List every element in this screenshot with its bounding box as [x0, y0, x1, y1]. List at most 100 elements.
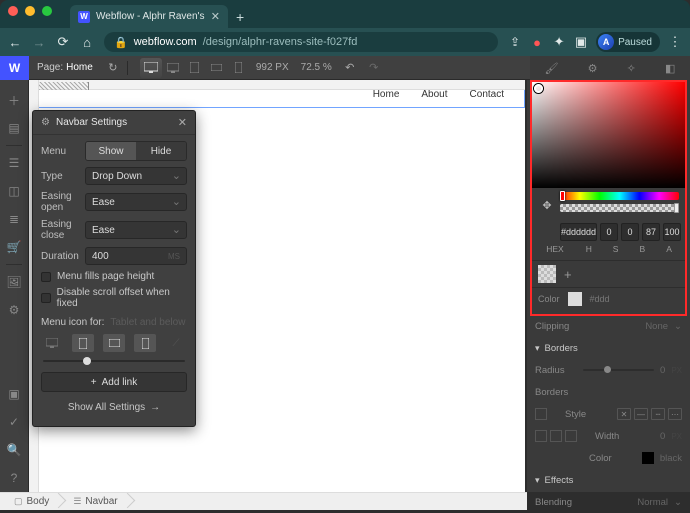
search-icon[interactable]: 🔍 — [0, 436, 29, 464]
checkbox-icon[interactable] — [41, 272, 51, 282]
slider-knob[interactable] — [83, 357, 91, 365]
border-side-icon[interactable] — [565, 430, 577, 442]
close-icon[interactable]: ✕ — [178, 116, 187, 129]
navigator-icon[interactable]: ☰ — [0, 149, 29, 177]
nav-link-about[interactable]: About — [421, 89, 447, 100]
audit-icon[interactable]: ✓ — [0, 408, 29, 436]
breadcrumb-body[interactable]: ▢Body — [0, 493, 59, 510]
new-tab-button[interactable]: + — [236, 9, 244, 25]
radius-value[interactable]: 0 — [660, 365, 665, 376]
border-dotted-icon[interactable]: ⋯ — [668, 408, 682, 420]
menu-fills-checkbox-row[interactable]: Menu fills page height — [41, 271, 187, 282]
device-tablet-icon[interactable] — [72, 334, 94, 352]
duration-input[interactable]: 400MS — [85, 247, 187, 265]
nav-link-contact[interactable]: Contact — [470, 89, 504, 100]
device-desktop-icon[interactable] — [41, 334, 63, 352]
share-icon[interactable]: ⇪ — [508, 35, 522, 49]
radius-knob[interactable] — [604, 366, 611, 373]
hue-slider[interactable] — [560, 192, 679, 200]
home-button[interactable]: ⌂ — [80, 35, 94, 50]
mac-close-button[interactable] — [8, 6, 18, 16]
extensions-icon[interactable]: ✦ — [552, 34, 566, 50]
eyedropper-icon[interactable]: ✥ — [538, 192, 556, 218]
easing-close-select[interactable]: Ease — [85, 221, 187, 239]
add-swatch-button[interactable]: + — [564, 267, 572, 282]
h-input[interactable]: 0 — [600, 223, 618, 241]
border-side-icon[interactable] — [550, 430, 562, 442]
help-icon[interactable]: ? — [0, 464, 29, 492]
chrome-menu-icon[interactable]: ⋮ — [668, 34, 682, 50]
borders-section-header[interactable]: ▾Borders — [535, 337, 682, 359]
border-side-picker[interactable] — [535, 408, 547, 420]
breadcrumb-navbar[interactable]: ☰Navbar — [59, 493, 127, 510]
panel-header[interactable]: ⚙ Navbar Settings ✕ — [33, 111, 195, 135]
blending-value[interactable]: Normal — [637, 497, 668, 508]
desktop-large-button[interactable] — [140, 58, 162, 78]
nav-link-home[interactable]: Home — [373, 89, 400, 100]
settings-rail-icon[interactable]: ⚙ — [0, 296, 29, 324]
undo-button[interactable]: ↶ — [338, 56, 362, 80]
border-width-value[interactable]: 0 — [660, 431, 665, 442]
hex-input[interactable]: #dddddd — [560, 223, 597, 241]
ecommerce-icon[interactable]: 🛒 — [0, 233, 29, 261]
reload-button[interactable]: ⟳ — [56, 34, 70, 50]
device-mobile-p-icon[interactable] — [134, 334, 156, 352]
redo-button[interactable]: ↷ — [362, 56, 386, 80]
assets-icon[interactable]: 🖼 — [0, 268, 29, 296]
browser-tab[interactable]: W Webflow - Alphr Raven's Site ✕ — [70, 5, 228, 28]
canvas-width[interactable]: 992 PX — [256, 62, 289, 73]
interactions-tab-icon[interactable]: ✧ — [627, 62, 636, 75]
radius-slider[interactable] — [583, 369, 654, 371]
border-color-swatch[interactable] — [642, 452, 654, 464]
settings-tab-icon[interactable]: ⚙ — [588, 62, 598, 75]
easing-open-select[interactable]: Ease — [85, 193, 187, 211]
mac-zoom-button[interactable] — [42, 6, 52, 16]
menu-show-button[interactable]: Show — [86, 142, 136, 160]
border-solid-icon[interactable]: — — [634, 408, 648, 420]
disable-scroll-checkbox-row[interactable]: Disable scroll offset when fixed — [41, 287, 187, 309]
border-side-grid[interactable] — [535, 430, 577, 442]
page-name[interactable]: Home — [66, 62, 93, 73]
add-link-button[interactable]: +Add link — [41, 372, 187, 392]
border-all-icon[interactable] — [535, 408, 547, 420]
border-color-value[interactable]: black — [660, 453, 682, 464]
type-select[interactable]: Drop Down — [85, 167, 187, 185]
menu-hide-button[interactable]: Hide — [136, 142, 186, 160]
mac-minimize-button[interactable] — [25, 6, 35, 16]
video-help-icon[interactable]: ▣ — [0, 380, 29, 408]
add-element-icon[interactable]: ＋ — [0, 86, 29, 114]
color-field-cursor[interactable] — [534, 84, 543, 93]
clipping-value[interactable]: None — [645, 321, 668, 332]
record-icon[interactable]: ● — [530, 35, 544, 50]
canvas-zoom[interactable]: 72.5 % — [301, 62, 332, 73]
border-none-icon[interactable]: ✕ — [617, 408, 631, 420]
current-color-swatch[interactable] — [568, 292, 582, 306]
b-input[interactable]: 87 — [642, 223, 660, 241]
alpha-knob[interactable] — [674, 203, 679, 213]
panel-icon[interactable]: ▣ — [574, 34, 588, 50]
mobile-portrait-button[interactable] — [228, 58, 250, 78]
alpha-slider[interactable] — [560, 204, 679, 212]
components-icon[interactable]: ◫ — [0, 177, 29, 205]
cms-icon[interactable]: ≣ — [0, 205, 29, 233]
style-tab-icon[interactable]: 🖌 — [545, 62, 559, 75]
border-side-icon[interactable] — [535, 430, 547, 442]
back-button[interactable]: ← — [8, 35, 22, 50]
transparency-swatch[interactable] — [538, 265, 556, 283]
url-field[interactable]: 🔒 webflow.com/design/alphr-ravens-site-f… — [104, 32, 498, 52]
tab-close-icon[interactable]: ✕ — [211, 10, 220, 23]
profile-paused-pill[interactable]: A Paused — [596, 32, 660, 52]
pages-icon[interactable]: ▤ — [0, 114, 29, 142]
device-mobile-l-icon[interactable] — [103, 334, 125, 352]
desktop-button[interactable] — [162, 58, 184, 78]
effects-section-header[interactable]: ▾Effects — [535, 469, 682, 491]
hue-knob[interactable] — [560, 191, 565, 201]
webflow-logo[interactable]: W — [0, 56, 29, 80]
mobile-landscape-button[interactable] — [206, 58, 228, 78]
color-field[interactable] — [532, 82, 685, 188]
border-dashed-icon[interactable]: ╌ — [651, 408, 665, 420]
show-all-settings-button[interactable]: Show All Settings→ — [41, 398, 187, 416]
revert-icon[interactable]: ↻ — [101, 56, 125, 80]
breakpoint-slider[interactable] — [43, 360, 185, 362]
checkbox-icon[interactable] — [41, 293, 51, 303]
